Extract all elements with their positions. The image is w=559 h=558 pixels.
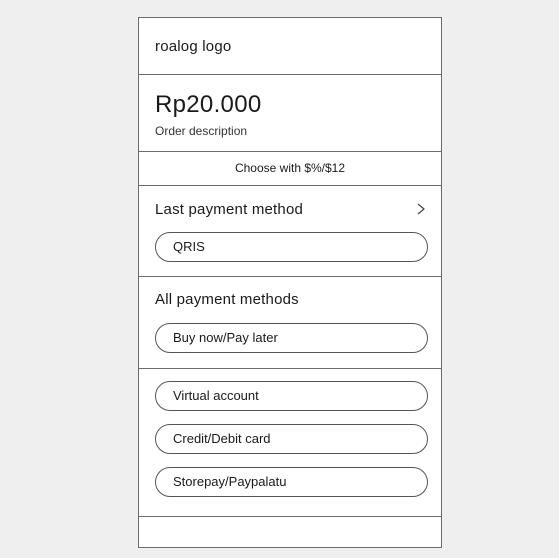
divider: [139, 74, 441, 75]
divider: [139, 276, 441, 277]
payment-option-credit-debit-card[interactable]: Credit/Debit card: [155, 424, 428, 454]
last-payment-title: Last payment method: [155, 201, 304, 218]
divider: [139, 516, 441, 517]
divider: [139, 185, 441, 186]
payment-option-virtual-account[interactable]: Virtual account: [155, 381, 428, 411]
page: roalog logo Rp20.000 Order description C…: [0, 0, 559, 558]
all-payment-title: All payment methods: [155, 291, 299, 308]
chevron-right-icon[interactable]: [413, 198, 429, 220]
logo-placeholder: roalog logo: [155, 38, 232, 55]
divider: [139, 368, 441, 369]
order-amount: Rp20.000: [155, 91, 262, 118]
payment-option-qris[interactable]: QRIS: [155, 232, 428, 262]
choose-with-label[interactable]: Choose with $%/$12: [139, 151, 441, 185]
payment-option-buy-now-pay-later[interactable]: Buy now/Pay later: [155, 323, 428, 353]
order-description: Order description: [155, 124, 248, 138]
payment-screen: roalog logo Rp20.000 Order description C…: [138, 17, 442, 548]
payment-option-storepay[interactable]: Storepay/Paypalatu: [155, 467, 428, 497]
